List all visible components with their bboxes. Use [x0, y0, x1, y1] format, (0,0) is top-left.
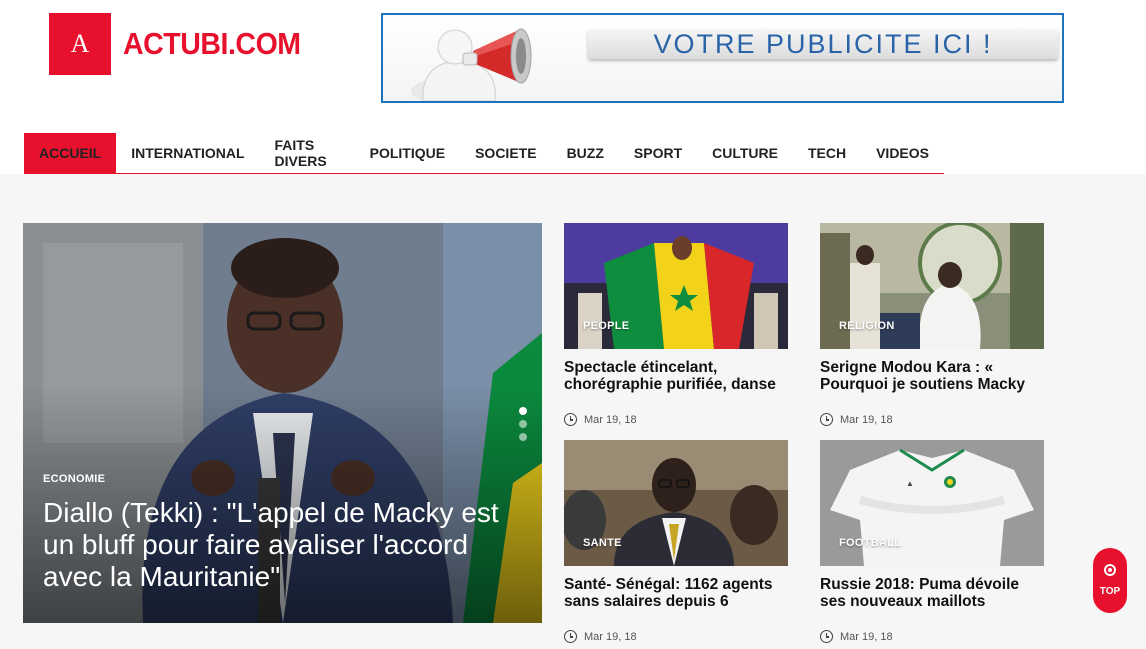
target-icon	[1104, 564, 1116, 576]
clock-icon	[820, 413, 833, 426]
article-category[interactable]: RELIGION	[839, 320, 895, 332]
logo-mark: A	[49, 13, 111, 75]
slider-dot[interactable]	[519, 433, 527, 441]
slider-dot[interactable]	[519, 407, 527, 415]
clock-icon	[820, 630, 833, 643]
slider-dots	[519, 407, 527, 441]
nav-item-buzz[interactable]: BUZZ	[552, 133, 619, 173]
nav-item-faits-divers[interactable]: FAITS DIVERS	[260, 133, 355, 173]
nav-item-tech[interactable]: TECH	[793, 133, 861, 173]
megaphone-figure-icon	[411, 28, 532, 101]
clock-icon	[564, 413, 577, 426]
nav-item-culture[interactable]: CULTURE	[697, 133, 793, 173]
article-title[interactable]: Spectacle étincelant, chorégraphie purif…	[564, 359, 788, 395]
article-card[interactable]: PEOPLE Spectacle étincelant, chorégraphi…	[564, 223, 788, 426]
nav-item-accueil[interactable]: ACCUEIL	[24, 133, 117, 173]
nav-item-videos[interactable]: VIDEOS	[861, 133, 944, 173]
article-date-text: Mar 19, 18	[584, 413, 637, 426]
nav-item-politique[interactable]: POLITIQUE	[355, 133, 460, 173]
article-image[interactable]: RELIGION	[820, 223, 1044, 349]
article-date: Mar 19, 18	[564, 630, 788, 643]
article-date: Mar 19, 18	[820, 630, 1044, 643]
article-date-text: Mar 19, 18	[840, 630, 893, 643]
nav-item-international[interactable]: INTERNATIONAL	[116, 133, 259, 173]
featured-slide[interactable]: ECONOMIE Diallo (Tekki) : "L'appel de Ma…	[23, 223, 542, 623]
article-date: Mar 19, 18	[820, 413, 1044, 426]
article-card[interactable]: SANTE Santé- Sénégal: 1162 agents sans s…	[564, 440, 788, 643]
article-category[interactable]: SANTE	[583, 537, 622, 549]
article-title[interactable]: Russie 2018: Puma dévoile ses nouveaux m…	[820, 576, 1044, 612]
article-image[interactable]: ▲ FOOTBALL	[820, 440, 1044, 566]
slider-dot[interactable]	[519, 420, 527, 428]
article-image[interactable]: SANTE	[564, 440, 788, 566]
main-nav: ACCUEIL INTERNATIONAL FAITS DIVERS POLIT…	[24, 133, 944, 174]
back-to-top-label: TOP	[1099, 586, 1121, 597]
article-category[interactable]: PEOPLE	[583, 320, 629, 332]
article-image[interactable]: PEOPLE	[564, 223, 788, 349]
ad-text: VOTRE PUBLICITE ICI !	[588, 29, 1058, 59]
logo-text: ACTUBI.COM	[123, 26, 301, 61]
featured-title[interactable]: Diallo (Tekki) : "L'appel de Macky est u…	[43, 497, 533, 593]
article-date-text: Mar 19, 18	[840, 413, 893, 426]
nav-item-societe[interactable]: SOCIETE	[460, 133, 551, 173]
site-header: A ACTUBI.COM VOTRE PUBLICITE ICI !	[0, 0, 1146, 133]
back-to-top-button[interactable]: TOP	[1093, 548, 1127, 613]
article-category[interactable]: FOOTBALL	[839, 537, 901, 549]
clock-icon	[564, 630, 577, 643]
article-title[interactable]: Santé- Sénégal: 1162 agents sans salaire…	[564, 576, 788, 612]
nav-item-sport[interactable]: SPORT	[619, 133, 697, 173]
article-title[interactable]: Serigne Modou Kara : « Pourquoi je souti…	[820, 359, 1044, 395]
article-date: Mar 19, 18	[564, 413, 788, 426]
featured-category[interactable]: ECONOMIE	[43, 473, 105, 485]
ad-banner[interactable]: VOTRE PUBLICITE ICI !	[381, 13, 1064, 103]
article-card[interactable]: ▲ FOOTBALL Russie 2018: Puma dévoile ses…	[820, 440, 1044, 643]
site-logo[interactable]: A ACTUBI.COM	[49, 13, 316, 75]
article-card[interactable]: RELIGION Serigne Modou Kara : « Pourquoi…	[820, 223, 1044, 426]
article-date-text: Mar 19, 18	[584, 630, 637, 643]
svg-text:▲: ▲	[906, 479, 914, 488]
